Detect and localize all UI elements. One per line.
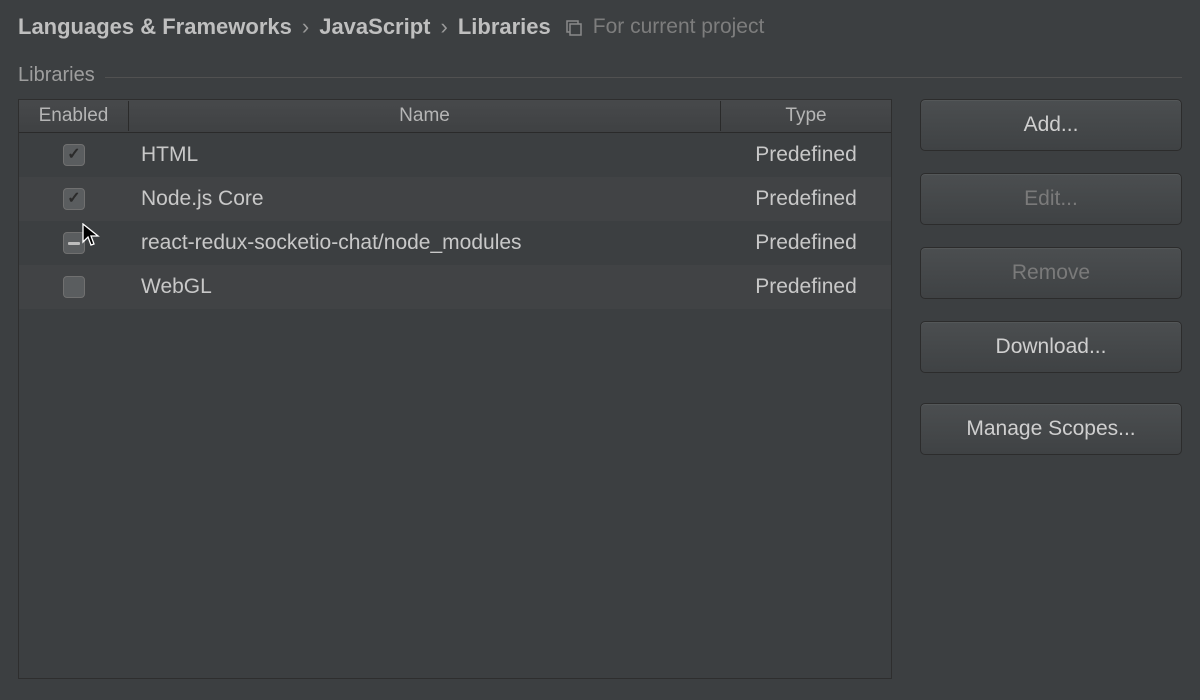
table-row[interactable]: react-redux-socketio-chat/node_modulesPr… bbox=[19, 221, 891, 265]
manage-scopes-button[interactable]: Manage Scopes... bbox=[920, 403, 1182, 455]
libraries-table: Enabled Name Type HTMLPredefinedNode.js … bbox=[18, 99, 892, 679]
enabled-cell[interactable] bbox=[19, 276, 129, 298]
library-type: Predefined bbox=[721, 231, 891, 255]
add-button[interactable]: Add... bbox=[920, 99, 1182, 151]
breadcrumb: Languages & Frameworks › JavaScript › Li… bbox=[0, 0, 1200, 50]
library-name: HTML bbox=[129, 143, 721, 167]
side-buttons: Add... Edit... Remove Download... Manage… bbox=[920, 99, 1182, 679]
library-type: Predefined bbox=[721, 275, 891, 299]
checkbox[interactable] bbox=[63, 188, 85, 210]
section-title: Libraries bbox=[18, 64, 95, 87]
table-header-row: Enabled Name Type bbox=[19, 100, 891, 133]
table-row[interactable]: WebGLPredefined bbox=[19, 265, 891, 309]
enabled-cell[interactable] bbox=[19, 232, 129, 254]
section-header: Libraries bbox=[0, 50, 1200, 93]
download-button[interactable]: Download... bbox=[920, 321, 1182, 373]
enabled-cell[interactable] bbox=[19, 144, 129, 166]
library-name: Node.js Core bbox=[129, 187, 721, 211]
breadcrumb-item[interactable]: JavaScript bbox=[319, 14, 430, 40]
column-header-enabled[interactable]: Enabled bbox=[19, 101, 129, 131]
column-header-name[interactable]: Name bbox=[129, 101, 721, 131]
checkbox[interactable] bbox=[63, 232, 85, 254]
library-type: Predefined bbox=[721, 143, 891, 167]
chevron-right-icon: › bbox=[300, 14, 311, 40]
table-body: HTMLPredefinedNode.js CorePredefinedreac… bbox=[19, 133, 891, 678]
chevron-right-icon: › bbox=[439, 14, 450, 40]
scope-label: For current project bbox=[593, 15, 765, 39]
table-row[interactable]: HTMLPredefined bbox=[19, 133, 891, 177]
checkbox[interactable] bbox=[63, 144, 85, 166]
library-name: react-redux-socketio-chat/node_modules bbox=[129, 231, 721, 255]
column-header-type[interactable]: Type bbox=[721, 101, 891, 131]
breadcrumb-item[interactable]: Languages & Frameworks bbox=[18, 14, 292, 40]
table-row[interactable]: Node.js CorePredefined bbox=[19, 177, 891, 221]
breadcrumb-item[interactable]: Libraries bbox=[458, 14, 551, 40]
library-type: Predefined bbox=[721, 187, 891, 211]
library-name: WebGL bbox=[129, 275, 721, 299]
edit-button[interactable]: Edit... bbox=[920, 173, 1182, 225]
enabled-cell[interactable] bbox=[19, 188, 129, 210]
remove-button[interactable]: Remove bbox=[920, 247, 1182, 299]
divider bbox=[105, 77, 1182, 78]
checkbox[interactable] bbox=[63, 276, 85, 298]
project-scope-icon bbox=[565, 18, 583, 36]
